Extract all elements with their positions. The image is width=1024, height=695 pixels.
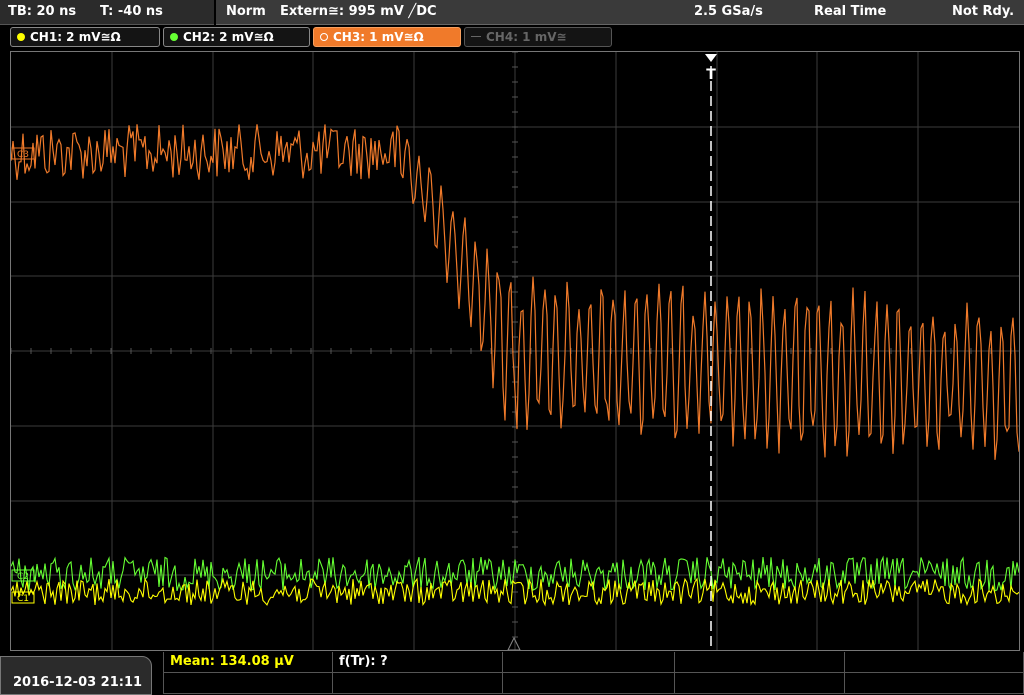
trigger-arrow-icon[interactable] [705, 54, 717, 62]
trigger-marker: T [706, 67, 716, 83]
measurement-slot-3[interactable] [503, 652, 675, 673]
acquisition-mode-label[interactable]: Real Time [814, 4, 886, 19]
datetime-panel: 2016-12-03 21:11 [0, 656, 152, 695]
status-label: Not Rdy. [952, 4, 1015, 19]
channel-3-marker-text: C3 [17, 150, 29, 160]
waveform-canvas[interactable]: T C3 C2 C1 [11, 52, 1019, 650]
channel-1-label: CH1: 2 mV≅Ω [30, 30, 121, 44]
channel-4-tab[interactable]: CH4: 1 mV≅ [464, 27, 612, 47]
measurement-slot-8[interactable] [503, 673, 675, 694]
trigger-source-label[interactable]: Extern≅: 995 mV ╱DC [280, 4, 437, 19]
channel-4-indicator-icon [471, 36, 481, 38]
channel-3-label: CH3: 1 mV≅Ω [333, 30, 424, 44]
channel-1-marker-text: C1 [17, 594, 29, 604]
time-reference-icon [507, 636, 521, 650]
trigger-offset-label[interactable]: T: -40 ns [100, 4, 163, 19]
waveform-display[interactable]: T C3 C2 C1 [10, 51, 1020, 651]
channel-4-label: CH4: 1 mV≅ [486, 30, 567, 44]
measurement-slot-9[interactable] [675, 673, 845, 694]
measurement-slot-7[interactable] [333, 673, 503, 694]
channel-2-tab[interactable]: CH2: 2 mV≅Ω [163, 27, 310, 47]
measurement-slot-10[interactable] [845, 673, 1024, 694]
bottom-bar: 2016-12-03 21:11 Mean: 134.08 µV f(Tr): … [0, 652, 1024, 695]
channel-3-tab[interactable]: CH3: 1 mV≅Ω [313, 27, 461, 47]
measurement-slot-4[interactable] [675, 652, 845, 673]
channel-2-marker-text: C2 [17, 572, 29, 582]
measurement-slot-6[interactable] [163, 673, 333, 694]
channel-1-tab[interactable]: CH1: 2 mV≅Ω [10, 27, 160, 47]
channel-1-indicator-icon [17, 33, 25, 41]
trigger-panel[interactable]: Norm Extern≅: 995 mV ╱DC 2.5 GSa/s Real … [216, 0, 1024, 25]
status-bar: TB: 20 ns T: -40 ns Norm Extern≅: 995 mV… [0, 0, 1024, 25]
timebase-panel[interactable]: TB: 20 ns T: -40 ns [0, 0, 214, 25]
mean-measurement[interactable]: Mean: 134.08 µV [163, 652, 333, 673]
timebase-label[interactable]: TB: 20 ns [8, 4, 76, 19]
channel-tabs: CH1: 2 mV≅Ω CH2: 2 mV≅Ω CH3: 1 mV≅Ω CH4:… [0, 27, 1024, 49]
measurement-slot-5[interactable] [845, 652, 1024, 673]
channel-2-label: CH2: 2 mV≅Ω [183, 30, 274, 44]
datetime-label: 2016-12-03 21:11 [13, 675, 143, 690]
measurement-table[interactable]: Mean: 134.08 µV f(Tr): ? [163, 652, 1024, 695]
sample-rate-label[interactable]: 2.5 GSa/s [694, 4, 763, 19]
trigger-mode-label[interactable]: Norm [226, 4, 266, 19]
channel-3-indicator-icon [320, 33, 328, 41]
channel-2-indicator-icon [170, 33, 178, 41]
rise-measurement[interactable]: f(Tr): ? [333, 652, 503, 673]
